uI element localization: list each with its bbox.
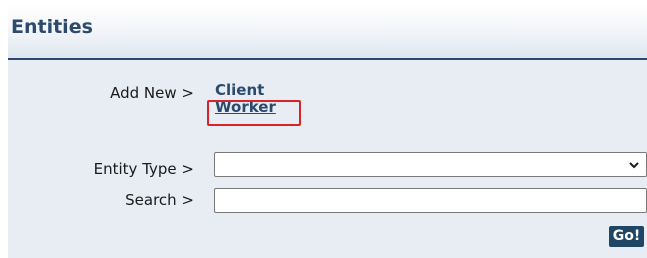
- search-input[interactable]: [214, 188, 647, 213]
- panel-title: Entities: [11, 16, 93, 38]
- search-label: Search >: [125, 191, 194, 209]
- chevron-down-icon: [629, 162, 639, 169]
- entity-type-label: Entity Type >: [93, 160, 194, 178]
- panel-header: Entities: [8, 4, 647, 60]
- add-client-link[interactable]: Client: [215, 82, 276, 99]
- worker-link-highlight: [207, 100, 301, 126]
- add-new-label: Add New >: [110, 84, 194, 102]
- go-button[interactable]: Go!: [609, 226, 644, 247]
- entities-panel: Entities Add New > Client Worker Entity …: [8, 4, 647, 258]
- entity-type-select[interactable]: [214, 152, 647, 177]
